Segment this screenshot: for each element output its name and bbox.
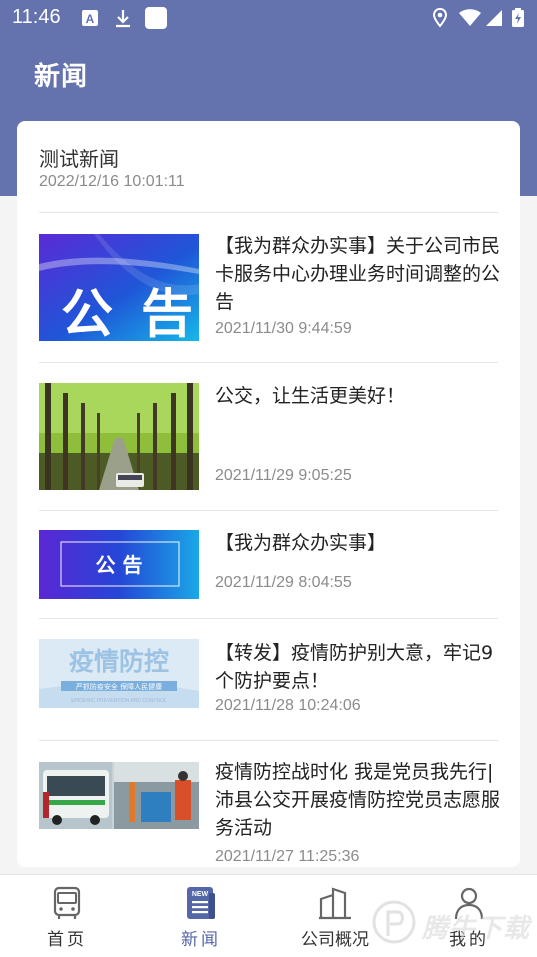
news-thumbnail: 公 告 — [39, 530, 199, 599]
news-item-title: 疫情防控战时化 我是党员我先行|沛县公交开展疫情防控党员志愿服务活动 — [215, 761, 501, 839]
divider — [39, 740, 498, 741]
news-item[interactable]: 公交，让生活更美好！ 2021/11/29 9:05:25 — [39, 383, 499, 503]
news-item[interactable]: 公 告 【我为群众办实事】关于公司市民卡服务中心办理业务时间调整的公告 2021… — [39, 233, 501, 363]
divider — [39, 510, 498, 511]
news-item-title: 【我为群众办实事】 — [215, 532, 387, 554]
thumb-subtext: 严抓防疫安全 保障人民健康 — [76, 682, 162, 691]
news-card: 测试新闻 2022/12/16 10:01:11 公 告 【我为群众办实事】关于… — [17, 121, 520, 867]
thumb-text: 疫情防控 — [69, 647, 169, 676]
square-icon — [145, 7, 167, 29]
news-icon: NEW — [187, 887, 215, 919]
headline-date: 2022/12/16 10:01:11 — [39, 173, 185, 190]
news-item[interactable]: 疫情防控 严抓防疫安全 保障人民健康 EPIDEMIC PREVENTION A… — [39, 636, 499, 736]
tab-home[interactable]: 首页 — [0, 875, 134, 957]
news-item-title: 公交，让生活更美好！ — [215, 385, 406, 407]
tab-news[interactable]: NEW 新闻 — [134, 875, 268, 957]
svg-text:A: A — [86, 12, 95, 26]
page-title: 新闻 — [34, 61, 89, 91]
signal-icon — [486, 10, 502, 26]
news-item[interactable]: 公 告 【我为群众办实事】 2021/11/29 8:04:55 — [39, 530, 499, 620]
download-icon — [116, 10, 130, 28]
wifi-icon — [459, 9, 481, 26]
news-item[interactable]: 疫情防控战时化 我是党员我先行|沛县公交开展疫情防控党员志愿服务活动 2021/… — [39, 759, 501, 867]
news-item-date: 2021/11/30 9:44:59 — [215, 320, 352, 337]
battery-icon — [512, 8, 524, 27]
news-thumbnail — [39, 383, 199, 490]
news-item-date: 2021/11/27 11:25:36 — [215, 848, 360, 865]
news-badge: NEW — [192, 891, 209, 898]
news-thumbnail — [39, 762, 199, 829]
watermark-logo-icon — [372, 900, 416, 944]
location-icon — [432, 8, 448, 28]
divider — [39, 618, 498, 619]
news-thumbnail: 公 告 — [39, 234, 199, 341]
status-time: 11:46 — [12, 6, 61, 28]
divider — [39, 362, 498, 363]
divider — [39, 212, 498, 213]
headline-title[interactable]: 测试新闻 — [39, 143, 119, 172]
thumb-text: 公 告 — [96, 553, 143, 577]
building-icon — [319, 887, 351, 920]
news-item-date: 2021/11/28 10:24:06 — [215, 697, 361, 714]
news-item-title: 【转发】疫情防护别大意，牢记9个防护要点！ — [215, 642, 494, 692]
watermark: 腾牛下载 — [372, 896, 532, 950]
news-item-date: 2021/11/29 8:04:55 — [215, 574, 352, 591]
tab-label: 新闻 — [181, 930, 221, 950]
bus-icon — [53, 886, 81, 919]
thumb-text-left: 公 — [61, 285, 113, 341]
thumb-en-text: EPIDEMIC PREVENTION AND CONTROL — [71, 698, 167, 704]
status-bar: 11:46 A — [0, 0, 537, 36]
thumb-text-right: 告 — [141, 285, 193, 341]
watermark-text: 腾牛下载 — [422, 914, 531, 944]
news-thumbnail: 疫情防控 严抓防疫安全 保障人民健康 EPIDEMIC PREVENTION A… — [39, 639, 199, 708]
news-item-date: 2021/11/29 9:05:25 — [215, 467, 352, 484]
tab-label: 首页 — [47, 930, 87, 950]
a-icon: A — [82, 10, 98, 26]
news-item-title: 【我为群众办实事】关于公司市民卡服务中心办理业务时间调整的公告 — [215, 235, 501, 313]
